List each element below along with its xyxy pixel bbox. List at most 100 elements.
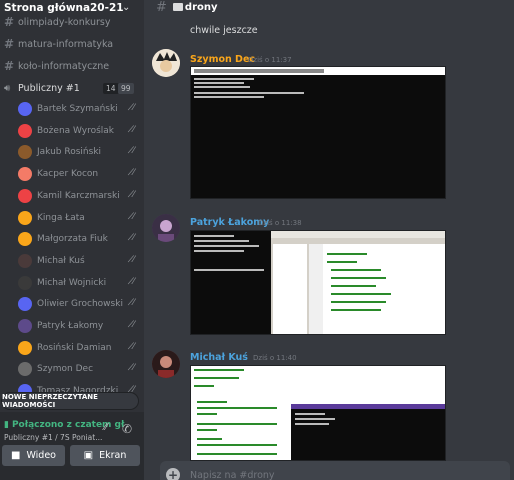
mic-off-icon: ⁄̸: [133, 103, 135, 113]
avatar: [18, 319, 32, 333]
voice-user[interactable]: Rosiński Damian: [18, 338, 144, 358]
chevron-down-icon[interactable]: ⌄: [122, 2, 130, 13]
message-input[interactable]: + Napisz na #drony: [160, 461, 510, 480]
voice-user-name: Kinga Łata: [37, 212, 85, 223]
screen-share-button[interactable]: ▣ Ekran: [70, 445, 140, 466]
avatar[interactable]: [152, 350, 180, 378]
voice-user-name: Małgorzata Fiuk: [37, 234, 108, 245]
avatar: [18, 123, 32, 138]
drone-emoji-icon: [172, 3, 183, 11]
avatar: [18, 362, 32, 377]
attachment-image[interactable]: [190, 66, 446, 199]
video-label: Wideo: [26, 450, 56, 461]
voice-user[interactable]: Michał Kuś: [18, 251, 144, 271]
voice-channel-label: Publiczny #1: [18, 82, 80, 94]
mic-off-icon: ⁄̸: [133, 298, 135, 309]
message-text: chwile jeszcze: [190, 25, 258, 36]
message-timestamp: Dziś o 11:40: [253, 354, 297, 362]
hash-icon: #: [156, 0, 167, 15]
mic-off-icon: ⁄̸: [133, 320, 135, 330]
attachment-image[interactable]: [190, 365, 446, 461]
attachment-image[interactable]: [190, 230, 446, 335]
main-chat: # drony chwile jeszcze Szymon Dec Dziś o…: [144, 0, 514, 480]
server-header[interactable]: Strona główna 20-21 ⌄: [0, 0, 144, 16]
channel-header: # drony: [144, 0, 514, 15]
connection-label: Połączono z czatem gł: [11, 420, 125, 430]
voice-user-name: Michał Wojnicki: [37, 277, 107, 288]
video-button[interactable]: ■ Wideo: [2, 445, 65, 466]
message-timestamp: Dziś o 11:38: [258, 219, 302, 227]
mic-off-icon: ⁄̸: [133, 276, 135, 287]
voice-user[interactable]: Bożena Wyroślak: [18, 121, 144, 141]
sidebar: Strona główna 20-21 ⌄ # olimpiady-konkur…: [0, 0, 144, 480]
voice-user[interactable]: Oliwier Grochowski: [18, 294, 144, 314]
mic-off-icon: ⁄̸: [133, 124, 135, 135]
voice-user-name: Oliwier Grochowski: [37, 299, 123, 310]
voice-user[interactable]: Bartek Szymański: [18, 99, 144, 119]
camera-icon: ■: [11, 450, 21, 461]
voice-user-name: Bartek Szymański: [37, 104, 118, 114]
server-year: 20-21: [90, 2, 124, 14]
avatar: [18, 102, 32, 116]
message-author[interactable]: Michał Kuś: [190, 352, 248, 363]
screen-share-icon: ▣: [83, 450, 94, 461]
message-input-placeholder: Napisz na #drony: [190, 470, 275, 480]
voice-user-name: Jakub Rosiński: [37, 147, 102, 158]
avatar: [18, 253, 32, 268]
avatar[interactable]: [152, 214, 180, 242]
voice-user[interactable]: Jakub Rosiński: [18, 142, 144, 162]
voice-user-name: Kacper Kocon: [37, 169, 99, 180]
voice-user[interactable]: Małgorzata Fiuk: [18, 229, 144, 249]
avatar: [18, 232, 32, 247]
hash-icon: #: [4, 37, 15, 51]
unread-banner[interactable]: NOWE NIEPRZECZYTANE WIADOMOŚCI: [2, 393, 138, 409]
message-author[interactable]: Szymon Dec: [190, 54, 255, 65]
connection-location: Publiczny #1 / 7S Poniat...: [4, 433, 103, 442]
channel-kolo[interactable]: # koło-informatyczne: [0, 57, 144, 75]
signal-icon: ▮: [4, 420, 9, 430]
voice-user-name: Bożena Wyroślak: [37, 125, 115, 136]
disconnect-icon[interactable]: ✆: [122, 422, 132, 436]
voice-user-count: 14: [103, 83, 119, 94]
voice-user[interactable]: Michał Wojnicki: [18, 273, 144, 293]
avatar: [18, 297, 32, 312]
mic-off-icon: ⁄̸: [133, 233, 135, 244]
mic-off-icon: ⁄̸: [133, 363, 135, 374]
plus-icon[interactable]: +: [166, 468, 180, 480]
mic-off-icon: ⁄̸: [133, 341, 135, 352]
mic-off-icon: ⁄̸: [133, 189, 135, 200]
voice-channel-publiczny[interactable]: 🔊︎ Publiczny #1 14 99: [0, 80, 144, 96]
voice-user-name: Szymon Dec: [37, 364, 94, 375]
voice-user-name: Patryk Łakomy: [37, 321, 104, 331]
mic-off-icon: ⁄̸: [133, 146, 135, 157]
hash-icon: #: [4, 59, 15, 73]
voice-user-name: Michał Kuś: [37, 255, 85, 266]
avatar: [18, 145, 32, 160]
mic-off-icon: ⁄̸: [133, 211, 135, 222]
avatar[interactable]: [152, 49, 180, 77]
voice-user[interactable]: Kamil Karczmarski: [18, 186, 144, 206]
voice-user[interactable]: Szymon Dec: [18, 359, 144, 379]
avatar: [18, 188, 32, 203]
mic-off-icon: ⁄̸: [133, 168, 135, 179]
mic-off-icon: ⁄̸: [133, 254, 135, 265]
voice-panel: ▮ Połączono z czatem gł Publiczny #1 / 7…: [0, 412, 144, 480]
channel-matura[interactable]: # matura-informatyka: [0, 35, 144, 53]
voice-user-limit: 99: [118, 83, 134, 94]
channel-label: koło-informatyczne: [18, 60, 110, 72]
message-timestamp: Dziś o 11:37: [248, 56, 292, 64]
voice-user-name: Kamil Karczmarski: [37, 190, 120, 201]
voice-user[interactable]: Patryk Łakomy: [18, 316, 144, 336]
avatar: [18, 340, 32, 355]
hash-icon: #: [4, 15, 15, 29]
avatar: [18, 167, 32, 182]
server-name: Strona główna: [4, 2, 91, 14]
avatar: [18, 275, 32, 290]
channel-label: olimpiady-konkursy: [18, 16, 111, 28]
channel-title: drony: [184, 1, 218, 13]
screen-label: Ekran: [99, 450, 127, 461]
noise-suppression-icon[interactable]: ⁄⁄: [104, 422, 107, 433]
voice-user[interactable]: Kacper Kocon: [18, 164, 144, 184]
voice-user[interactable]: Kinga Łata: [18, 208, 144, 228]
avatar: [18, 210, 32, 225]
